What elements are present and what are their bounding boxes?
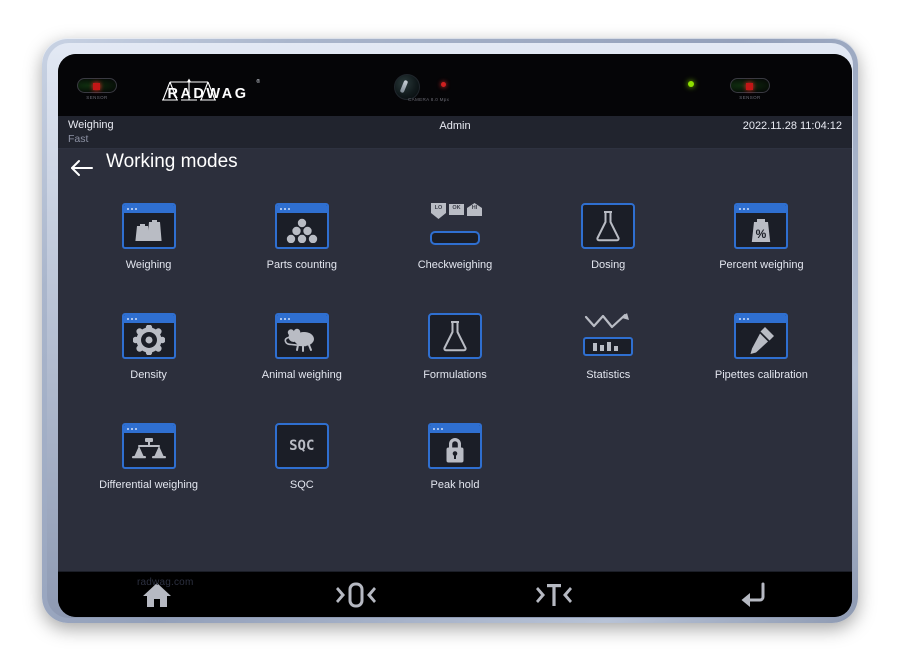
mode-label: Density [130, 369, 167, 381]
flask-icon [581, 203, 636, 249]
proximity-sensor-right[interactable] [730, 78, 770, 93]
status-user: Admin [439, 120, 471, 132]
status-submode: Fast [68, 133, 89, 145]
sqc-icon-text: SQC [289, 438, 315, 454]
statistics-display-box [583, 337, 634, 356]
mode-label: Animal weighing [261, 369, 342, 381]
enter-icon [741, 582, 765, 607]
tag-lo-label: LO [434, 205, 443, 211]
radwag-logo: RADWAG ® [148, 74, 268, 106]
pipette-icon [734, 313, 789, 359]
mode-tile-formulations[interactable]: Formulations [378, 305, 531, 415]
svg-text:%: % [756, 227, 767, 241]
sensor-right-label: SENSOR [739, 95, 761, 100]
mode-label: SQC [289, 479, 314, 491]
padlock-icon [427, 423, 482, 469]
mode-label: Percent weighing [719, 259, 804, 271]
tag-hi-label: HI [471, 205, 478, 211]
zigzag-chart-icon [581, 313, 635, 359]
mode-tile-peak-hold[interactable]: Peak hold [378, 415, 531, 525]
sensor-led-red-left [93, 83, 100, 90]
zero-icon [335, 582, 376, 607]
registered-trademark-mark: ® [256, 79, 260, 85]
weights-icon [121, 203, 176, 249]
mode-tile-density[interactable]: Density [72, 305, 225, 415]
sensor-left-label: SENSOR [86, 95, 108, 100]
mode-tile-animal-weighing[interactable]: Animal weighing [225, 305, 378, 415]
nav-enter-button[interactable] [654, 572, 853, 617]
sqc-text-icon: SQC [274, 423, 329, 469]
tag-ok: OK [448, 203, 464, 219]
mode-label: Formulations [423, 369, 487, 381]
mode-label: Peak hold [430, 479, 480, 491]
working-modes-grid: Weighing Parts counting LO OK HI Checkwe… [58, 189, 852, 525]
touchscreen: Weighing Fast Admin 2022.11.28 11:04:12 [58, 116, 852, 571]
mode-label: Weighing [125, 259, 172, 271]
flask-icon [427, 313, 482, 359]
balance-scale-icon [121, 423, 176, 469]
mode-tile-differential-weighing[interactable]: Differential weighing [72, 415, 225, 525]
tag-hi: HI [466, 203, 482, 219]
grid-empty-cell [532, 415, 685, 525]
proximity-sensor-left[interactable] [77, 78, 117, 93]
sensor-led-red-right [746, 83, 753, 90]
nav-zero-button[interactable] [257, 572, 456, 617]
power-led-green [688, 81, 694, 87]
checkweighing-tags: LO OK HI [430, 203, 482, 219]
mode-label: Checkweighing [417, 259, 493, 271]
device-bezel: SENSOR RADWAG ® CAMERA 8.0 Mpx SENSOR We… [58, 54, 852, 617]
mode-tile-weighing[interactable]: Weighing [72, 195, 225, 305]
mode-label: Pipettes calibration [714, 369, 808, 381]
device-inner-frame: SENSOR RADWAG ® CAMERA 8.0 Mpx SENSOR We… [47, 43, 853, 618]
gear-ring-icon [121, 313, 176, 359]
camera-status-led-red [441, 82, 446, 87]
checkweighing-bar [429, 231, 480, 245]
footer-brand: radwag.com [137, 577, 194, 588]
lo-ok-hi-bar-icon: LO OK HI [428, 203, 482, 249]
status-datetime: 2022.11.28 11:04:12 [742, 120, 842, 132]
balance-terminal-device: SENSOR RADWAG ® CAMERA 8.0 Mpx SENSOR We… [42, 38, 858, 623]
device-top-panel: SENSOR RADWAG ® CAMERA 8.0 Mpx SENSOR [58, 54, 852, 116]
mouse-icon [274, 313, 329, 359]
tag-ok-label: OK [452, 205, 461, 211]
mode-tile-pipettes-calibration[interactable]: Pipettes calibration [685, 305, 838, 415]
mode-tile-statistics[interactable]: Statistics [532, 305, 685, 415]
mode-label: Statistics [586, 369, 631, 381]
tare-icon [536, 583, 573, 606]
grid-empty-cell [685, 415, 838, 525]
camera-label: CAMERA 8.0 Mpx [408, 97, 450, 102]
radwag-wordmark: RADWAG [167, 86, 249, 102]
mode-tile-percent-weighing[interactable]: % Percent weighing [685, 195, 838, 305]
status-bar: Weighing Fast Admin 2022.11.28 11:04:12 [58, 116, 852, 149]
weight-percent-icon: % [734, 203, 789, 249]
mode-label: Differential weighing [99, 479, 199, 491]
tag-lo: LO [430, 203, 446, 219]
mode-tile-checkweighing[interactable]: LO OK HI Checkweighing [378, 195, 531, 305]
page-header: Working modes [58, 149, 852, 189]
nav-tare-button[interactable] [455, 572, 654, 617]
mode-label: Dosing [591, 259, 626, 271]
back-arrow-icon[interactable] [69, 157, 95, 179]
mode-tile-parts-counting[interactable]: Parts counting [225, 195, 378, 305]
camera-lens-glint [399, 79, 409, 94]
mode-label: Parts counting [266, 259, 337, 271]
balls-pyramid-icon [274, 203, 329, 249]
page-title: Working modes [106, 151, 238, 172]
mode-tile-sqc[interactable]: SQC SQC [225, 415, 378, 525]
mode-tile-dosing[interactable]: Dosing [532, 195, 685, 305]
